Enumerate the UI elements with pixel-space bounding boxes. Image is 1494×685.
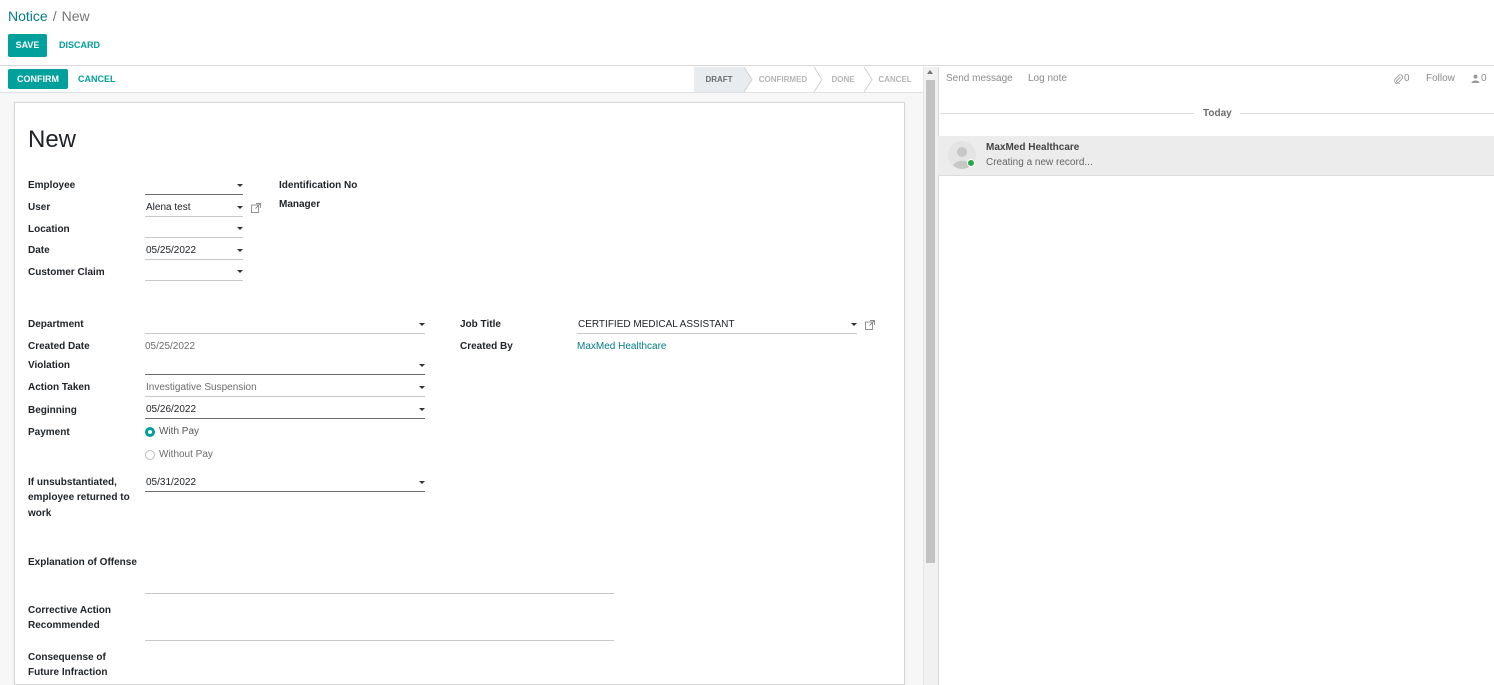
explanation-field[interactable]: [145, 576, 614, 594]
department-label: Department: [28, 319, 84, 330]
date-separator-line-left: [940, 113, 1194, 114]
action-taken-label: Action Taken: [28, 382, 91, 393]
caret-down-icon: [419, 323, 425, 326]
date-separator: Today: [1203, 108, 1232, 119]
control-panel: Notice / New SAVE DISCARD: [0, 0, 1494, 66]
returned-label-line-3: work: [28, 508, 52, 519]
caret-down-icon: [237, 249, 243, 252]
employee-label: Employee: [28, 180, 76, 191]
online-status-icon: [967, 159, 975, 167]
date-label: Date: [28, 245, 50, 256]
record-title: New: [28, 126, 77, 153]
scrollbar-thumb[interactable]: [926, 80, 935, 563]
corrective-label-line-2: Recommended: [28, 620, 100, 631]
cancel-button[interactable]: CANCEL: [78, 74, 116, 84]
breadcrumb-current: New: [61, 8, 90, 24]
scroll-up-arrow-icon[interactable]: [927, 70, 933, 74]
followers-count[interactable]: 0: [1481, 73, 1487, 84]
message-body: Creating a new record...: [986, 157, 1093, 168]
with-pay-label[interactable]: With Pay: [159, 426, 199, 438]
date-separator-line-right: [1240, 113, 1494, 114]
breadcrumb-separator: /: [52, 8, 57, 24]
with-pay-radio[interactable]: [145, 427, 155, 437]
action-taken-value: Investigative Suspension: [146, 382, 257, 393]
beginning-field[interactable]: 05/26/2022: [145, 401, 425, 419]
employee-field[interactable]: [145, 177, 243, 195]
consequence-label-line-1: Consequense of: [28, 652, 106, 663]
explanation-label: Explanation of Offense: [28, 557, 137, 568]
department-field[interactable]: [145, 316, 425, 334]
job-title-label: Job Title: [460, 319, 501, 330]
discard-button[interactable]: DISCARD: [59, 40, 100, 50]
send-message-button[interactable]: Send message: [946, 73, 1013, 84]
created-by-link[interactable]: MaxMed Healthcare: [577, 339, 666, 354]
user-field[interactable]: Alena test: [145, 199, 243, 217]
caret-down-icon: [419, 364, 425, 367]
manager-label: Manager: [279, 199, 321, 210]
beginning-label: Beginning: [28, 405, 77, 416]
date-field[interactable]: 05/25/2022: [145, 242, 243, 260]
external-link-icon[interactable]: [865, 320, 875, 330]
caret-down-icon: [851, 323, 857, 326]
caret-down-icon: [237, 184, 243, 187]
violation-field[interactable]: [145, 357, 425, 375]
payment-label: Payment: [28, 427, 70, 438]
returned-label-line-1: If unsubstantiated,: [28, 477, 117, 488]
statusbar: CONFIRM CANCEL DRAFT CONFIRMED DONE CANC…: [0, 67, 923, 93]
consequence-label-line-2: Future Infraction: [28, 667, 108, 678]
stage-confirmed[interactable]: CONFIRMED: [752, 67, 814, 92]
attachments-count[interactable]: 0: [1404, 73, 1410, 84]
save-button[interactable]: SAVE: [8, 34, 47, 57]
location-field[interactable]: [145, 220, 243, 238]
breadcrumb: Notice / New: [8, 8, 90, 24]
caret-down-icon: [419, 408, 425, 411]
corrective-field[interactable]: [145, 623, 614, 641]
beginning-value: 05/26/2022: [146, 404, 197, 415]
caret-down-icon: [237, 227, 243, 230]
returned-date-field[interactable]: 05/31/2022: [145, 474, 425, 492]
created-date-label: Created Date: [28, 341, 90, 352]
stage-draft[interactable]: DRAFT: [694, 67, 744, 92]
user-value: Alena test: [146, 202, 191, 213]
violation-label: Violation: [28, 360, 71, 371]
customer-claim-label: Customer Claim: [28, 267, 105, 278]
job-title-field[interactable]: CERTIFIED MEDICAL ASSISTANT: [577, 316, 857, 334]
caret-down-icon: [419, 386, 425, 389]
corrective-label-line-1: Corrective Action: [28, 605, 111, 616]
job-title-value: CERTIFIED MEDICAL ASSISTANT: [578, 319, 735, 330]
location-label: Location: [28, 224, 70, 235]
created-by-label: Created By: [460, 341, 513, 352]
user-label: User: [28, 202, 51, 213]
customer-claim-field[interactable]: [145, 263, 243, 281]
without-pay-radio[interactable]: [145, 450, 155, 460]
without-pay-label[interactable]: Without Pay: [159, 449, 213, 461]
log-note-button[interactable]: Log note: [1028, 73, 1067, 84]
stage-cancel[interactable]: CANCEL: [872, 67, 918, 92]
external-link-icon[interactable]: [251, 203, 261, 213]
breadcrumb-parent-link[interactable]: Notice: [8, 8, 48, 24]
follow-button[interactable]: Follow: [1426, 73, 1455, 84]
created-date-value: 05/25/2022: [145, 341, 196, 352]
stage-done[interactable]: DONE: [822, 67, 864, 92]
date-value: 05/25/2022: [146, 245, 197, 256]
returned-date-value: 05/31/2022: [146, 477, 197, 488]
identification-no-label: Identification No: [279, 180, 358, 191]
caret-down-icon: [419, 481, 425, 484]
user-icon[interactable]: [1471, 74, 1480, 83]
confirm-button[interactable]: CONFIRM: [8, 69, 68, 89]
caret-down-icon: [237, 270, 243, 273]
message-author[interactable]: MaxMed Healthcare: [986, 142, 1079, 153]
paperclip-icon[interactable]: [1394, 74, 1403, 84]
returned-label-line-2: employee returned to: [28, 492, 130, 503]
caret-down-icon: [237, 206, 243, 209]
action-taken-field[interactable]: Investigative Suspension: [145, 379, 425, 397]
